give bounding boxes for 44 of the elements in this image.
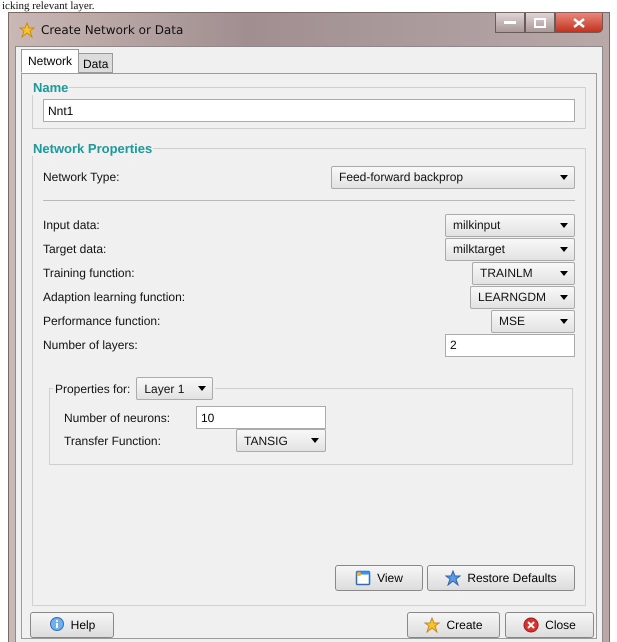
field-label: Number of neurons: [64, 410, 170, 424]
layer-dropdown[interactable]: Layer 1 [136, 377, 214, 400]
field-label: Network Type: [43, 170, 120, 184]
create-button[interactable]: Create [407, 612, 500, 638]
close-icon [523, 617, 540, 633]
star-icon [445, 570, 462, 586]
field-label: Performance function: [43, 314, 160, 328]
restore-defaults-button[interactable]: Restore Defaults [427, 565, 575, 591]
field-label: Training function: [43, 266, 135, 280]
window-title: Create Network or Data [41, 22, 184, 36]
close-icon [573, 18, 585, 28]
network-type-dropdown[interactable]: Feed-forward backprop [331, 166, 575, 188]
minimize-button[interactable] [495, 13, 525, 33]
dropdown[interactable]: TANSIG [236, 429, 326, 452]
number-field[interactable]: 2 [445, 334, 575, 356]
group-title: Network Properties [32, 141, 154, 156]
window-icon [355, 570, 372, 586]
minimize-icon [504, 20, 516, 24]
help-icon [48, 617, 65, 633]
tab[interactable]: Network [21, 49, 80, 73]
dropdown[interactable]: TRAINLM [472, 262, 575, 284]
maximize-icon [534, 18, 546, 28]
name-field[interactable]: Nnt1 [43, 99, 575, 122]
close-button[interactable] [555, 13, 603, 33]
dropdown[interactable]: milktarget [445, 238, 575, 260]
dropdown[interactable]: milkinput [445, 214, 575, 236]
star-icon [424, 617, 440, 633]
star-icon [19, 22, 35, 38]
help-button[interactable]: Help [30, 612, 114, 638]
tab[interactable]: Data [78, 53, 114, 73]
field-label: Input data: [43, 218, 100, 232]
close-button[interactable]: Close [505, 612, 594, 638]
field-label: Transfer Function: [64, 434, 161, 448]
maximize-button[interactable] [525, 13, 555, 33]
dropdown[interactable]: LEARNGDM [470, 286, 575, 308]
field-label: Properties for: [55, 382, 130, 396]
field-label: Adaption learning function: [43, 290, 186, 304]
caption-text: icking relevant layer. [1, 0, 96, 12]
number-field[interactable]: 10 [196, 406, 326, 429]
field-label: Number of layers: [43, 338, 138, 352]
dropdown[interactable]: MSE [491, 310, 575, 332]
view-button[interactable]: View [335, 565, 423, 591]
field-label: Target data: [43, 242, 106, 256]
group-title: Name [32, 80, 70, 95]
